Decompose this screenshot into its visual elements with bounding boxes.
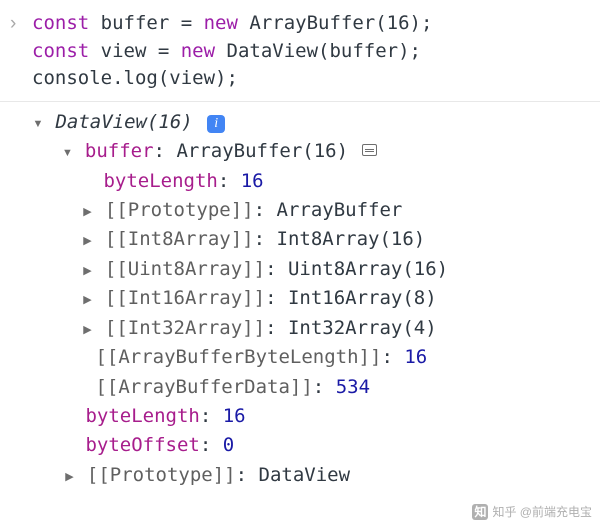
int16array-row[interactable]: [[Int16Array]]: Int16Array(8) bbox=[32, 284, 600, 313]
prop-value: 16 bbox=[241, 170, 264, 192]
expand-toggle-icon[interactable] bbox=[81, 292, 93, 309]
prop-key: byteLength bbox=[103, 170, 217, 192]
code-line-3: console.log(view); bbox=[32, 65, 600, 93]
prop-key: [[Uint8Array]] bbox=[105, 258, 265, 280]
memory-icon[interactable] bbox=[362, 144, 377, 156]
prop-key: buffer bbox=[85, 140, 154, 162]
prop-value: Int32Array(4) bbox=[288, 317, 437, 339]
prop-key: [[Int16Array]] bbox=[105, 287, 265, 309]
prop-value: ArrayBuffer bbox=[277, 199, 403, 221]
prop-value: 16 bbox=[404, 346, 427, 368]
prop-value: ArrayBuffer(16) bbox=[176, 140, 348, 162]
result-root-row[interactable]: DataView(16) i bbox=[32, 108, 600, 137]
prop-value: 16 bbox=[223, 405, 246, 427]
bytelength-row[interactable]: byteLength: 16 bbox=[32, 402, 600, 431]
info-icon[interactable]: i bbox=[207, 115, 225, 133]
expand-toggle-icon[interactable] bbox=[32, 116, 44, 133]
prop-value: Uint8Array(16) bbox=[288, 258, 448, 280]
prop-value: Int8Array(16) bbox=[277, 228, 426, 250]
prop-value: DataView bbox=[259, 464, 351, 486]
prop-key: byteLength bbox=[85, 405, 199, 427]
prototype-arraybuffer-row[interactable]: [[Prototype]]: ArrayBuffer bbox=[32, 196, 600, 225]
int32array-row[interactable]: [[Int32Array]]: Int32Array(4) bbox=[32, 314, 600, 343]
uint8array-row[interactable]: [[Uint8Array]]: Uint8Array(16) bbox=[32, 255, 600, 284]
prototype-dataview-row[interactable]: [[Prototype]]: DataView bbox=[32, 461, 600, 490]
prop-key: [[ArrayBufferByteLength]] bbox=[95, 346, 381, 368]
watermark: 知知乎 @前端充电宝 bbox=[472, 503, 592, 520]
result-root-label: DataView(16) bbox=[55, 111, 192, 133]
code-line-1: const buffer = new ArrayBuffer(16); bbox=[32, 10, 600, 38]
prop-key: [[Int32Array]] bbox=[105, 317, 265, 339]
expand-toggle-icon[interactable] bbox=[81, 263, 93, 280]
expand-toggle-icon[interactable] bbox=[81, 204, 93, 221]
prop-key: [[Int8Array]] bbox=[105, 228, 254, 250]
expand-toggle-icon[interactable] bbox=[61, 145, 73, 162]
buffer-bytelength-row[interactable]: byteLength: 16 bbox=[32, 167, 600, 196]
byteoffset-row[interactable]: byteOffset: 0 bbox=[32, 431, 600, 460]
zhihu-logo-icon: 知 bbox=[472, 504, 488, 520]
code-line-2: const view = new DataView(buffer); bbox=[32, 38, 600, 66]
prop-key: byteOffset bbox=[85, 434, 199, 456]
console-input: › const buffer = new ArrayBuffer(16); co… bbox=[0, 10, 600, 102]
expand-toggle-icon[interactable] bbox=[63, 469, 75, 486]
prop-value: 534 bbox=[336, 376, 370, 398]
arraybuffer-bytelength-row[interactable]: [[ArrayBufferByteLength]]: 16 bbox=[32, 343, 600, 372]
console-output: DataView(16) i buffer: ArrayBuffer(16) b… bbox=[0, 102, 600, 491]
prop-key: [[ArrayBufferData]] bbox=[95, 376, 312, 398]
prompt-chevron-icon: › bbox=[10, 10, 16, 38]
prop-key: [[Prototype]] bbox=[87, 464, 236, 486]
prop-value: Int16Array(8) bbox=[288, 287, 437, 309]
prop-value: 0 bbox=[223, 434, 234, 456]
prop-key: [[Prototype]] bbox=[105, 199, 254, 221]
arraybuffer-data-row[interactable]: [[ArrayBufferData]]: 534 bbox=[32, 373, 600, 402]
buffer-row[interactable]: buffer: ArrayBuffer(16) bbox=[32, 137, 600, 166]
expand-toggle-icon[interactable] bbox=[81, 233, 93, 250]
int8array-row[interactable]: [[Int8Array]]: Int8Array(16) bbox=[32, 225, 600, 254]
expand-toggle-icon[interactable] bbox=[81, 322, 93, 339]
